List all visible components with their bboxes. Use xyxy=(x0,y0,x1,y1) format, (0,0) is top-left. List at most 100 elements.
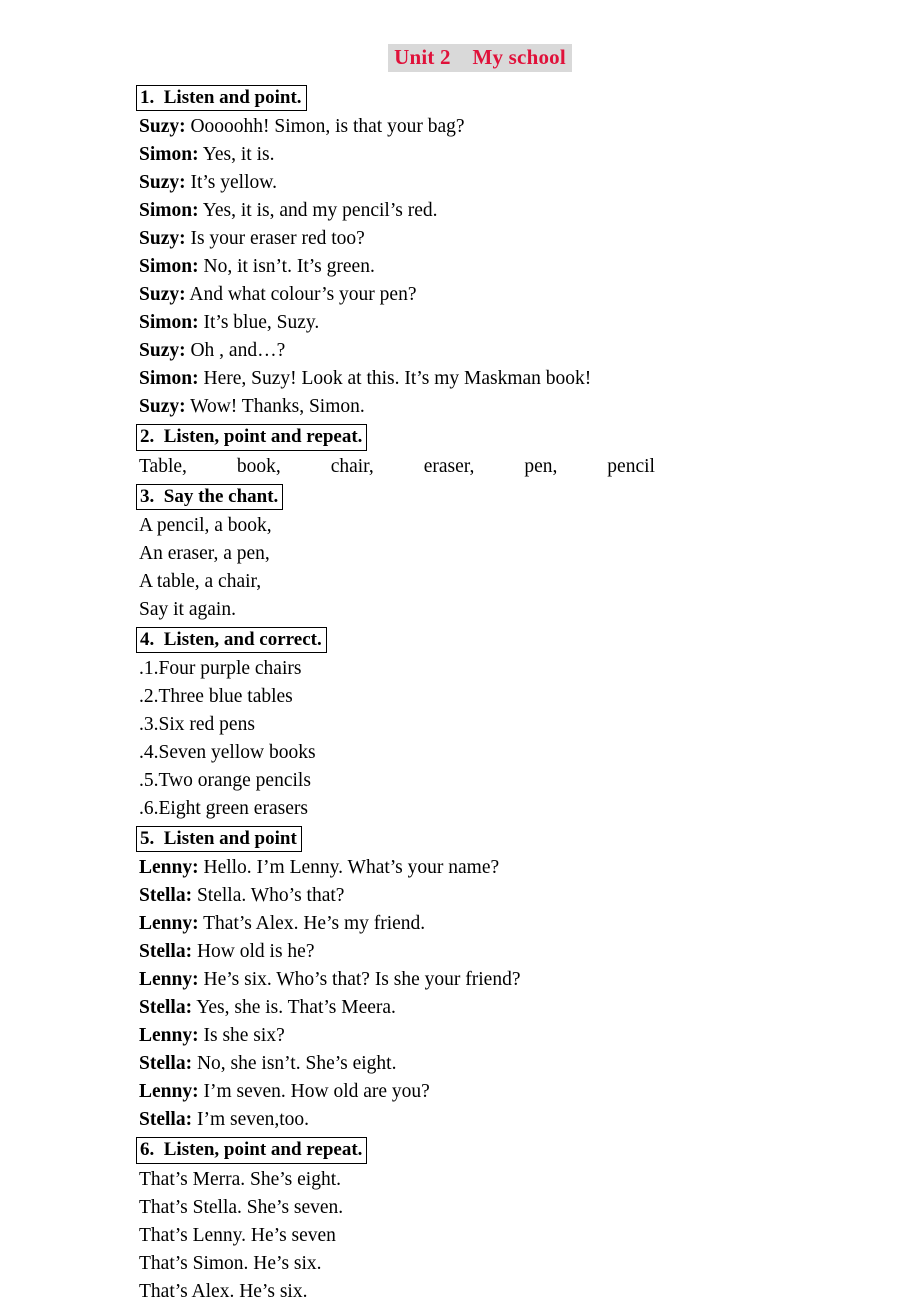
dialogue-line: Suzy: Ooooohh! Simon, is that your bag? xyxy=(139,113,799,141)
speaker-name: Suzy: xyxy=(139,172,186,194)
section-heading: 3. Say the chant. xyxy=(136,483,284,510)
title-row: Unit 2 My school xyxy=(0,0,920,72)
vocabulary-word: pencil xyxy=(607,455,655,477)
speaker-name: Lenny: xyxy=(139,969,199,991)
section-1: 1. Listen and point. Suzy: Ooooohh! Simon… xyxy=(136,82,799,421)
document-body: 1. Listen and point. Suzy: Ooooohh! Simon… xyxy=(136,82,799,1306)
text-line: .5.Two orange pencils xyxy=(139,770,311,792)
dialogue-text: Stella. Who’s that? xyxy=(192,885,345,907)
vocabulary-word: book, xyxy=(236,455,281,477)
section-heading: 5. Listen and point xyxy=(136,826,302,853)
vocabulary-word: pen, xyxy=(524,455,558,477)
dialogue-text: He’s six. Who’s that? Is she your friend… xyxy=(198,969,521,991)
speaker-name: Suzy: xyxy=(139,228,186,250)
section-heading: 2. Listen, point and repeat. xyxy=(136,424,368,451)
speaker-name: Suzy: xyxy=(139,116,186,138)
dialogue-text: Wow! Thanks, Simon. xyxy=(185,396,365,418)
dialogue-text: It’s yellow. xyxy=(185,172,277,194)
section-heading: 4. Listen, and correct. xyxy=(136,626,327,654)
text-line: A table, a chair, xyxy=(139,570,262,592)
dialogue-text: Yes, it is. xyxy=(198,144,275,166)
text-line: That’s Alex. He’s six. xyxy=(139,1280,308,1302)
dialogue-line: Lenny: Is she six? xyxy=(139,1022,799,1050)
section-3: 3. Say the chant. A pencil, a book, An era… xyxy=(136,481,799,624)
page-title: Unit 2 My school xyxy=(388,44,572,72)
dialogue-text: No, she isn’t. She’s eight. xyxy=(192,1053,397,1075)
speaker-name: Stella: xyxy=(139,941,193,963)
dialogue-line: Stella: Yes, she is. That’s Meera. xyxy=(139,994,799,1022)
dialogue-text: That’s Alex. He’s my friend. xyxy=(198,913,426,935)
dialogue-text: How old is he? xyxy=(192,941,315,963)
dialogue-line: Lenny: He’s six. Who’s that? Is she your… xyxy=(139,966,799,994)
dialogue-text: And what colour’s your pen? xyxy=(185,284,417,306)
speaker-name: Simon: xyxy=(139,312,199,334)
speaker-name: Stella: xyxy=(139,1109,193,1131)
dialogue-line: Suzy: Is your eraser red too? xyxy=(139,225,799,253)
speaker-name: Lenny: xyxy=(139,1081,199,1103)
speaker-name: Suzy: xyxy=(139,340,186,362)
dialogue-text: Oh , and…? xyxy=(185,340,286,362)
text-line: That’s Simon. He’s six. xyxy=(139,1252,322,1274)
section-2: 2. Listen, point and repeat. Table, book, c… xyxy=(136,421,799,481)
dialogue-text: No, it isn’t. It’s green. xyxy=(198,256,375,278)
dialogue-line: Simon: Here, Suzy! Look at this. It’s my… xyxy=(139,365,799,393)
speaker-name: Suzy: xyxy=(139,396,186,418)
dialogue-line: Suzy: And what colour’s your pen? xyxy=(139,281,799,309)
dialogue-line: Stella: No, she isn’t. She’s eight. xyxy=(139,1050,799,1078)
section-heading: 6. Listen, point and repeat. xyxy=(136,1137,368,1164)
speaker-name: Lenny: xyxy=(139,1025,199,1047)
speaker-name: Simon: xyxy=(139,200,199,222)
dialogue-line: Lenny: That’s Alex. He’s my friend. xyxy=(139,910,799,938)
dialogue-text: Here, Suzy! Look at this. It’s my Maskma… xyxy=(198,368,592,390)
speaker-name: Stella: xyxy=(139,885,193,907)
dialogue-line: Suzy: Wow! Thanks, Simon. xyxy=(139,393,799,421)
text-line: .1.Four purple chairs xyxy=(139,658,302,680)
vocabulary-word: eraser, xyxy=(423,455,475,477)
vocabulary-list: Table, book, chair, eraser, pen, pencil xyxy=(139,453,655,481)
dialogue-line: Simon: It’s blue, Suzy. xyxy=(139,309,799,337)
section-heading: 1. Listen and point. xyxy=(136,85,307,112)
worksheet-page: Unit 2 My school 1. Listen and point. Suz… xyxy=(0,0,920,1302)
speaker-name: Simon: xyxy=(139,144,199,166)
text-line: An eraser, a pen, xyxy=(139,542,270,564)
dialogue-line: Stella: How old is he? xyxy=(139,938,799,966)
dialogue-text: Ooooohh! Simon, is that your bag? xyxy=(185,116,465,138)
dialogue-text: It’s blue, Suzy. xyxy=(198,312,320,334)
dialogue-line: Simon: Yes, it is, and my pencil’s red. xyxy=(139,197,799,225)
vocabulary-word: Table, xyxy=(139,455,187,477)
section-5: 5. Listen and point Lenny: Hello. I’m Len… xyxy=(136,823,799,1134)
speaker-name: Lenny: xyxy=(139,857,199,879)
section-6: 6. Listen, point and repeat. That’s Merra… xyxy=(136,1134,799,1305)
speaker-name: Simon: xyxy=(139,256,199,278)
dialogue-line: Lenny: I’m seven. How old are you? xyxy=(139,1078,799,1106)
text-line: That’s Lenny. He’s seven xyxy=(139,1224,336,1246)
dialogue-line: Stella: I’m seven,too. xyxy=(139,1106,799,1134)
dialogue-line: Stella: Stella. Who’s that? xyxy=(139,882,799,910)
text-line: .6.Eight green erasers xyxy=(139,798,308,820)
text-line: A pencil, a book, xyxy=(139,514,272,536)
speaker-name: Simon: xyxy=(139,368,199,390)
text-line: That’s Merra. She’s eight. xyxy=(139,1168,341,1190)
dialogue-text: Hello. I’m Lenny. What’s your name? xyxy=(198,857,500,879)
text-line: That’s Stella. She’s seven. xyxy=(139,1196,344,1218)
dialogue-line: Lenny: Hello. I’m Lenny. What’s your nam… xyxy=(139,854,799,882)
text-line: .2.Three blue tables xyxy=(139,686,293,708)
dialogue-line: Suzy: Oh , and…? xyxy=(139,337,799,365)
speaker-name: Stella: xyxy=(139,997,193,1019)
dialogue-text: Is your eraser red too? xyxy=(185,228,365,250)
dialogue-line: Simon: Yes, it is. xyxy=(139,141,799,169)
vocabulary-word: chair, xyxy=(330,455,374,477)
text-line: .3.Six red pens xyxy=(139,714,255,736)
speaker-name: Suzy: xyxy=(139,284,186,306)
dialogue-text: Is she six? xyxy=(198,1025,285,1047)
speaker-name: Stella: xyxy=(139,1053,193,1075)
dialogue-text: Yes, she is. That’s Meera. xyxy=(192,997,396,1019)
dialogue-text: I’m seven. How old are you? xyxy=(198,1081,430,1103)
text-line: .4.Seven yellow books xyxy=(139,742,316,764)
dialogue-text: I’m seven,too. xyxy=(192,1109,310,1131)
dialogue-line: Simon: No, it isn’t. It’s green. xyxy=(139,253,799,281)
text-line: Say it again. xyxy=(139,598,236,620)
speaker-name: Lenny: xyxy=(139,913,199,935)
section-4: 4. Listen, and correct. .1.Four purple ch… xyxy=(136,624,799,823)
dialogue-line: Suzy: It’s yellow. xyxy=(139,169,799,197)
